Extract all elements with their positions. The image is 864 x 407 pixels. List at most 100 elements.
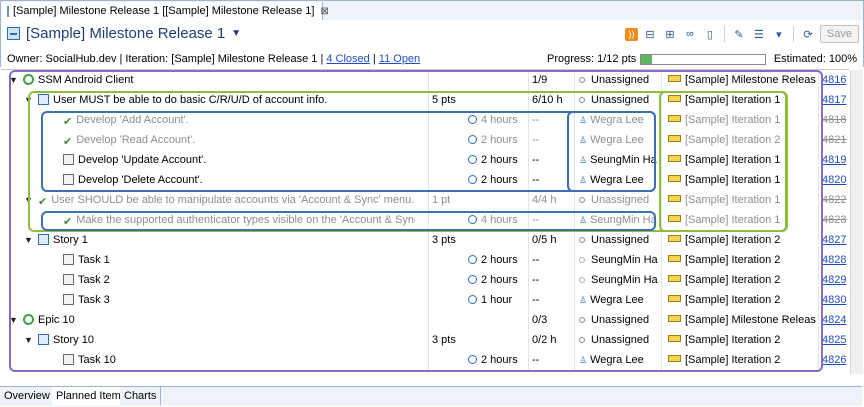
tab-charts[interactable]: Charts	[120, 387, 162, 405]
owner-cell[interactable]: ♙ SeungMin Ha	[579, 150, 661, 170]
info-bar: Owner: SocialHub.dev | Iteration: [Sampl…	[7, 53, 857, 67]
note-icon[interactable]: ☰	[751, 26, 767, 42]
iteration-cell[interactable]: [Sample] Iteration 1	[668, 190, 816, 210]
owner-cell[interactable]: Unassigned	[579, 190, 661, 210]
iteration-cell[interactable]: [Sample] Iteration 2	[668, 130, 816, 150]
column-divider	[574, 310, 575, 330]
summary-cell: ✔ Develop 'Read Account'.	[63, 130, 415, 150]
item-summary: Task 2	[78, 274, 110, 286]
user-icon	[579, 277, 585, 283]
table-row[interactable]: ▼ Story 10 3 pts 0/2 h Unassigned [Sample] It…	[1, 330, 849, 350]
item-id-link[interactable]: 4823	[822, 214, 846, 226]
iteration-cell[interactable]: [Sample] Iteration 2	[668, 350, 816, 370]
iteration-cell[interactable]: [Sample] Milestone Release 1	[668, 310, 816, 330]
iteration-cell[interactable]: [Sample] Iteration 1	[668, 170, 816, 190]
summary-cell: Develop 'Delete Account'.	[63, 170, 415, 190]
column-divider	[428, 330, 429, 350]
item-id-link[interactable]: 4817	[822, 94, 846, 106]
item-id-link[interactable]: 4829	[822, 274, 846, 286]
table-row[interactable]: ✔ Develop 'Add Account'. 4 hours -- ♙ Wegra L…	[1, 110, 849, 130]
save-button[interactable]: Save	[819, 25, 859, 43]
column-icon[interactable]: ▯	[702, 26, 718, 42]
expand-toggle-icon[interactable]: ▼	[9, 70, 18, 90]
chevron-down-icon[interactable]: ▼	[231, 28, 241, 39]
iteration-cell[interactable]: [Sample] Iteration 1	[668, 110, 816, 130]
rss-icon[interactable]: ))	[624, 27, 638, 41]
refresh-icon[interactable]: ⟳	[800, 26, 816, 42]
table-row[interactable]: ✔ Make the supported authenticator types …	[1, 210, 849, 230]
owner-cell[interactable]: SeungMin Ha	[579, 270, 661, 290]
progress-cell: 0/5 h	[532, 234, 557, 246]
item-id-link[interactable]: 4830	[822, 294, 846, 306]
unassigned-icon	[579, 237, 585, 243]
expand-toggle-icon[interactable]: ▼	[24, 330, 33, 350]
expand-toggle-icon[interactable]: ▼	[9, 310, 18, 330]
expand-icon[interactable]: ⊞	[662, 26, 678, 42]
close-icon[interactable]: ⊠	[320, 6, 328, 17]
column-divider	[818, 310, 819, 330]
item-id-link[interactable]: 4818	[822, 114, 846, 126]
item-id-link[interactable]: 4816	[822, 74, 846, 86]
expand-toggle-icon[interactable]: ▼	[24, 190, 33, 210]
owner-cell[interactable]: Unassigned	[579, 70, 661, 90]
editor-tab[interactable]: [Sample] Milestone Release 1 [[Sample] M…	[2, 2, 329, 20]
task-icon	[63, 274, 74, 285]
iteration-cell[interactable]: [Sample] Iteration 2	[668, 290, 816, 310]
item-id-link[interactable]: 4819	[822, 154, 846, 166]
edit-icon[interactable]: ✎	[731, 26, 747, 42]
tab-overview[interactable]: Overview	[0, 387, 55, 405]
table-row[interactable]: Task 2 2 hours -- SeungMin Ha [Sample] Itera…	[1, 270, 849, 290]
iteration-icon	[668, 235, 681, 242]
unassigned-icon	[579, 197, 585, 203]
table-row[interactable]: ▼ User MUST be able to do basic C/R/U/D o…	[1, 90, 849, 110]
item-id-link[interactable]: 4822	[822, 194, 846, 206]
iteration-cell[interactable]: [Sample] Iteration 1	[668, 90, 816, 110]
item-id-link[interactable]: 4825	[822, 334, 846, 346]
table-row[interactable]: Task 3 1 hour -- ♙ Wegra Lee [Sample] Iterati…	[1, 290, 849, 310]
owner-cell[interactable]: Unassigned	[579, 310, 661, 330]
table-row[interactable]: ▼ Story 1 3 pts 0/5 h Unassigned [Sample] Ite…	[1, 230, 849, 250]
iteration-cell[interactable]: [Sample] Milestone Release 1	[668, 70, 816, 90]
iteration-cell[interactable]: [Sample] Iteration 1	[668, 150, 816, 170]
table-row[interactable]: Develop 'Update Account'. 2 hours -- ♙ Seung…	[1, 150, 849, 170]
owner-cell[interactable]: Unassigned	[579, 330, 661, 350]
expand-toggle-icon[interactable]: ▼	[24, 90, 33, 110]
owner-cell[interactable]: Unassigned	[579, 230, 661, 250]
owner-cell[interactable]: ♙ SeungMin Ha	[579, 210, 661, 230]
table-row[interactable]: ▼ SSM Android Client 1/9 Unassigned [Sample]…	[1, 70, 849, 90]
item-id-link[interactable]: 4821	[822, 134, 846, 146]
table-row[interactable]: ▼ ✔ User SHOULD be able to manipulate acco…	[1, 190, 849, 210]
estimate-cell: 2 hours	[468, 150, 536, 170]
table-row[interactable]: ▼ Epic 10 0/3 Unassigned [Sample] Milestone …	[1, 310, 849, 330]
owner-cell[interactable]: SeungMin Ha	[579, 250, 661, 270]
open-link[interactable]: 11 Open	[379, 53, 420, 65]
link-icon[interactable]: ∞	[682, 26, 698, 42]
owner-cell[interactable]: ♙ Wegra Lee	[579, 170, 661, 190]
item-id-link[interactable]: 4826	[822, 354, 846, 366]
owner-cell[interactable]: Unassigned	[579, 90, 661, 110]
iteration-cell[interactable]: [Sample] Iteration 2	[668, 250, 816, 270]
owner-cell[interactable]: ♙ Wegra Lee	[579, 350, 661, 370]
iteration-cell[interactable]: [Sample] Iteration 2	[668, 230, 816, 250]
table-row[interactable]: ✔ Develop 'Read Account'. 2 hours -- ♙ Wegra …	[1, 130, 849, 150]
table-row[interactable]: Task 10 2 hours -- ♙ Wegra Lee [Sample] Itera…	[1, 350, 849, 370]
item-id-link[interactable]: 4828	[822, 254, 846, 266]
item-id-link[interactable]: 4827	[822, 234, 846, 246]
owner-cell[interactable]: ♙ Wegra Lee	[579, 110, 661, 130]
iteration-cell[interactable]: [Sample] Iteration 1	[668, 210, 816, 230]
collapse-icon[interactable]: ⊟	[642, 26, 658, 42]
closed-link[interactable]: 4 Closed	[326, 53, 369, 65]
iteration-cell[interactable]: [Sample] Iteration 2	[668, 330, 816, 350]
progress-cell: --	[532, 214, 540, 226]
owner-cell[interactable]: ♙ Wegra Lee	[579, 130, 661, 150]
item-id-link[interactable]: 4820	[822, 174, 846, 186]
iteration-cell[interactable]: [Sample] Iteration 2	[668, 270, 816, 290]
column-divider	[574, 170, 575, 190]
owner-cell[interactable]: ♙ Wegra Lee	[579, 290, 661, 310]
table-row[interactable]: Task 1 2 hours -- SeungMin Ha [Sample] Itera…	[1, 250, 849, 270]
dropdown-icon[interactable]: ▾	[771, 26, 787, 42]
expand-toggle-icon[interactable]: ▼	[24, 230, 33, 250]
item-id-link[interactable]: 4824	[822, 314, 846, 326]
table-row[interactable]: Develop 'Delete Account'. 2 hours -- ♙ Wegra…	[1, 170, 849, 190]
vertical-scrollbar[interactable]	[850, 70, 863, 374]
